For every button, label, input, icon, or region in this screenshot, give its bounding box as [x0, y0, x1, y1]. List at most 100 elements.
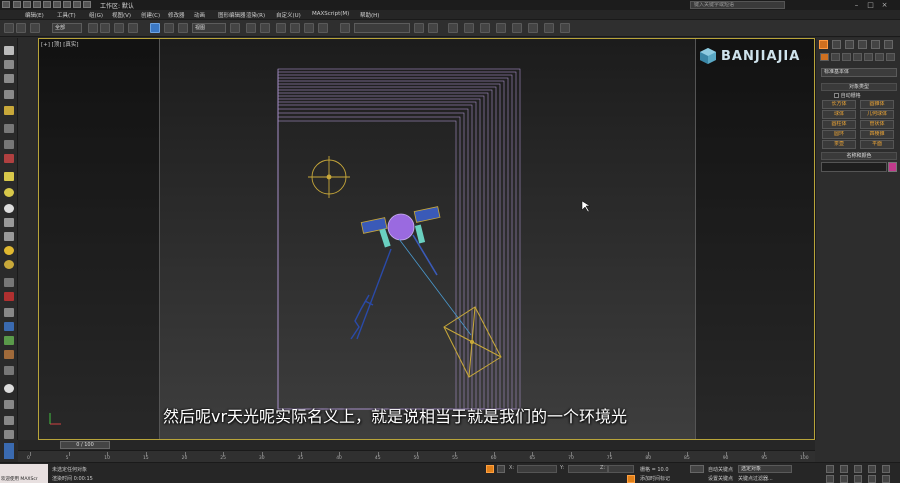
menu-views[interactable]: 视图(V) [112, 11, 131, 19]
geometry-type-dropdown[interactable]: 标准基本体 [821, 68, 897, 77]
globe-tool-icon[interactable] [4, 384, 14, 393]
sphere-yellow-icon[interactable] [4, 188, 14, 197]
layer-manager-icon[interactable] [448, 23, 458, 33]
menu-tools[interactable]: 工具(T) [57, 11, 76, 19]
keyboard-shortcut-icon[interactable] [260, 23, 270, 33]
spinner-snap-icon[interactable] [318, 23, 328, 33]
object-name-input[interactable] [821, 162, 887, 172]
pyramid-tool-icon[interactable] [4, 292, 14, 301]
select-rotate-icon[interactable] [164, 23, 174, 33]
cone-tool-icon[interactable] [4, 232, 14, 241]
align-icon[interactable] [428, 23, 438, 33]
modify-tab-icon[interactable] [832, 40, 841, 49]
cone-button[interactable]: 圆锥体 [860, 100, 894, 109]
curve-editor-icon[interactable] [480, 23, 490, 33]
cylinder-tool-icon[interactable] [4, 218, 14, 227]
systems-category-icon[interactable] [886, 53, 895, 61]
tube-button[interactable]: 管状体 [860, 120, 894, 129]
select-scale-icon[interactable] [178, 23, 188, 33]
vray-skylight-helper[interactable] [308, 156, 350, 198]
schematic-view-icon[interactable] [496, 23, 506, 33]
maximize-viewport-icon[interactable] [868, 475, 876, 483]
angle-snap-icon[interactable] [290, 23, 300, 33]
camera-object[interactable] [356, 206, 472, 340]
menu-edit[interactable]: 编辑(E) [25, 11, 44, 19]
menu-animation[interactable]: 动画 [194, 11, 205, 19]
selection-lock-icon[interactable] [486, 465, 494, 473]
project-folder-icon[interactable] [83, 1, 91, 8]
auto-key-label[interactable]: 自动关键点 [708, 466, 733, 473]
set-key-label[interactable]: 设置关键点 [708, 475, 733, 482]
select-object-icon[interactable] [88, 23, 98, 33]
settings-tool-icon[interactable] [4, 400, 14, 409]
hold-icon[interactable] [63, 1, 71, 8]
record-tool-icon[interactable] [4, 154, 14, 163]
render-production-icon[interactable] [560, 23, 570, 33]
key-filters-button[interactable]: 关键点过滤器... [738, 475, 773, 482]
app-logo-icon[interactable] [2, 1, 10, 8]
camera-tool-icon[interactable] [4, 124, 14, 133]
menu-help[interactable]: 帮助(H) [360, 11, 379, 19]
add-time-tag[interactable]: 添加时间标记 [640, 475, 670, 482]
scene-objects[interactable] [39, 39, 815, 440]
zoom-all-icon[interactable] [840, 465, 848, 473]
redo-icon[interactable] [53, 1, 61, 8]
track-bar[interactable]: 0 5 10 15 20 25 30 35 40 45 50 55 60 65 70 75 80 85 90 95 10… [18, 450, 815, 462]
torus-tool-icon[interactable] [4, 260, 14, 269]
close-icon[interactable]: × [880, 1, 889, 9]
percent-snap-icon[interactable] [304, 23, 314, 33]
geosphere-icon[interactable] [4, 204, 14, 213]
helpers-category-icon[interactable] [864, 53, 873, 61]
new-file-icon[interactable] [13, 1, 21, 8]
x-coord-input[interactable] [517, 465, 557, 473]
scene-tool-icon[interactable] [4, 90, 14, 99]
sphere-button[interactable]: 球体 [822, 110, 856, 119]
cylinder-button[interactable]: 圆柱体 [822, 120, 856, 129]
edit-named-selection-icon[interactable] [340, 23, 350, 33]
menu-graph-editors[interactable]: 图形编辑器 [218, 11, 246, 19]
rendered-frame-window-icon[interactable] [544, 23, 554, 33]
key-icon[interactable] [690, 465, 704, 473]
zoom-extents-icon[interactable] [854, 465, 862, 473]
snap-3d-icon[interactable] [276, 23, 286, 33]
hierarchy-tab-icon[interactable] [845, 40, 854, 49]
autogrid-checkbox[interactable]: 自动栅格 [834, 92, 861, 99]
undo-tool-icon[interactable] [4, 23, 14, 33]
viewport-config-icon[interactable] [882, 475, 890, 483]
sun-tool-icon[interactable] [4, 246, 14, 255]
plane-tool-icon[interactable] [4, 322, 14, 331]
zoom-icon[interactable] [826, 465, 834, 473]
pivot-center-icon[interactable] [230, 23, 240, 33]
teapot-tool-icon[interactable] [4, 308, 14, 317]
menu-modifiers[interactable]: 修改器 [168, 11, 185, 19]
geometry-category-icon[interactable] [820, 53, 829, 61]
selection-filter-dropdown[interactable]: 全部 [52, 23, 82, 33]
geosphere-button[interactable]: 几何球体 [860, 110, 894, 119]
maximize-icon[interactable]: □ [866, 1, 875, 9]
box-yellow-icon[interactable] [4, 172, 14, 181]
motion-tab-icon[interactable] [858, 40, 867, 49]
pyramid-button[interactable]: 四棱锥 [860, 130, 894, 139]
mirror-icon[interactable] [414, 23, 424, 33]
plane-button[interactable]: 平面 [860, 140, 894, 149]
workspace-title[interactable]: 工作区: 默认 [100, 1, 134, 10]
sphere-tool-icon[interactable] [4, 46, 14, 55]
material-editor-icon[interactable] [512, 23, 522, 33]
window-tool-icon[interactable] [4, 366, 14, 375]
zoom-extents-all-icon[interactable] [868, 465, 876, 473]
shapes-category-icon[interactable] [831, 53, 840, 61]
minimize-icon[interactable]: – [852, 1, 861, 9]
teapot-button[interactable]: 茶壶 [822, 140, 856, 149]
viewport-label[interactable]: [+] [顶] [真实] [41, 40, 78, 48]
menu-customize[interactable]: 自定义(U) [276, 11, 301, 19]
fetch-icon[interactable] [73, 1, 81, 8]
panel-tool-icon[interactable] [4, 60, 14, 69]
orbit-icon[interactable] [840, 475, 848, 483]
time-slider[interactable]: 0 / 100 [18, 440, 815, 450]
stairs-tool-icon[interactable] [4, 416, 14, 425]
menu-group[interactable]: 组(G) [89, 11, 103, 19]
viewport-top[interactable]: [+] [顶] [真实] BANJIAJIA 然后呢vr天光呢实际名义上，就是说… [38, 38, 815, 440]
select-by-name-icon[interactable] [100, 23, 110, 33]
open-file-icon[interactable] [23, 1, 31, 8]
selected-filter-dropdown[interactable]: 选定对象 [738, 465, 792, 473]
